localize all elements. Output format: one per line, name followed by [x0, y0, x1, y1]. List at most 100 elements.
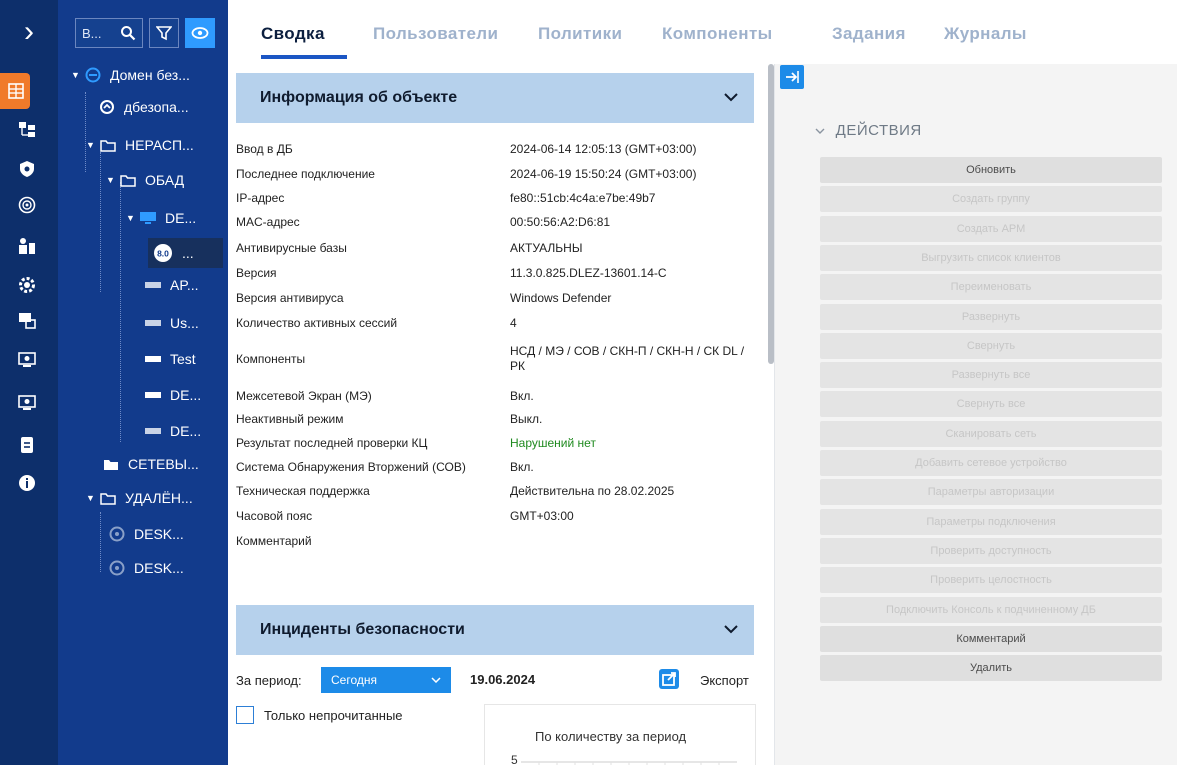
export-label[interactable]: Экспорт — [700, 673, 749, 688]
tree-item-ap[interactable]: AP... — [144, 270, 199, 300]
object-info-title: Информация об объекте — [260, 89, 458, 106]
unread-only-checkbox-row[interactable]: Только непрочитанные — [236, 706, 403, 724]
devices-icon[interactable] — [14, 307, 40, 333]
action-button[interactable]: Выгрузить список клиентов — [820, 244, 1162, 271]
folder-icon — [99, 490, 117, 506]
tree-item-agent-selected[interactable]: 8.0 ... — [148, 238, 223, 268]
info-value: Нарушений нет — [510, 436, 596, 450]
info-key: Неактивный режим — [236, 412, 344, 426]
info-key: Результат последней проверки КЦ — [236, 436, 428, 450]
tree-item-network[interactable]: СЕТЕВЫ... — [102, 449, 199, 479]
tree-item-test[interactable]: Test — [144, 344, 196, 374]
tree-item-de-2[interactable]: DE... — [144, 416, 201, 446]
info-value: GMT+03:00 — [510, 509, 574, 523]
shield-icon[interactable] — [14, 156, 40, 182]
chevron-down-icon[interactable] — [724, 89, 738, 107]
tree-item-de-1[interactable]: DE... — [144, 380, 201, 410]
action-button[interactable]: Свернуть — [820, 332, 1162, 359]
info-key: Антивирусные базы — [236, 241, 347, 255]
info-value: Windows Defender — [510, 291, 612, 305]
info-icon[interactable] — [14, 470, 40, 496]
unread-only-checkbox[interactable] — [236, 706, 254, 724]
dashboard-icon[interactable] — [0, 73, 30, 109]
arrow-right-icon — [786, 71, 799, 83]
show-toggle-button[interactable] — [185, 18, 215, 48]
computer-icon — [144, 277, 162, 293]
info-value: Вкл. — [510, 460, 534, 474]
action-button[interactable]: Подключить Консоль к подчиненному ДБ — [820, 596, 1162, 623]
settings-icon[interactable] — [14, 272, 40, 298]
tab-tasks[interactable]: Задания — [832, 24, 906, 44]
tree-search-input[interactable]: В... — [75, 18, 143, 48]
tree-search-text: В... — [82, 25, 102, 41]
tree-guide — [120, 182, 121, 442]
info-value: 00:50:56:A2:D6:81 — [510, 215, 611, 229]
object-info-header[interactable]: Информация об объекте — [236, 73, 754, 123]
action-button[interactable]: Развернуть — [820, 303, 1162, 330]
tree-item-label: Домен без... — [110, 67, 190, 83]
info-key: Система Обнаружения Вторжений (СОВ) — [236, 460, 466, 474]
tree-item-security-db[interactable]: дбезопа... — [98, 92, 189, 122]
caret-down-icon: ▼ — [86, 140, 95, 150]
action-button[interactable]: Комментарий — [820, 625, 1162, 652]
action-button[interactable]: Создать АРМ — [820, 215, 1162, 242]
tree-item-remote[interactable]: ▼ УДАЛЁН... — [86, 483, 193, 513]
tree-item-label: DE... — [165, 210, 197, 226]
tree-item-obad[interactable]: ▼ ОБАД — [106, 165, 184, 195]
action-button[interactable]: Параметры авторизации — [820, 479, 1162, 506]
action-button[interactable]: Параметры подключения — [820, 508, 1162, 535]
tab-components[interactable]: Компоненты — [662, 24, 773, 44]
action-button[interactable]: Переименовать — [820, 274, 1162, 301]
action-button[interactable]: Свернуть все — [820, 391, 1162, 418]
incidents-chart: По количеству за период 5 — [484, 704, 756, 765]
tree-item-label: СЕТЕВЫ... — [128, 456, 199, 472]
action-button[interactable]: Обновить — [820, 157, 1162, 183]
action-button[interactable]: Проверить целостность — [820, 567, 1162, 594]
action-button[interactable]: Проверить доступность — [820, 537, 1162, 564]
tree-item-label: DESK... — [134, 560, 184, 576]
incidents-header[interactable]: Инциденты безопасности — [236, 605, 754, 655]
filter-button[interactable] — [149, 18, 179, 48]
radar-icon[interactable] — [14, 192, 40, 218]
document-icon[interactable] — [14, 432, 40, 458]
tree-item-label: Us... — [170, 315, 199, 331]
info-key: Техническая поддержка — [236, 484, 370, 498]
tree-item-unassigned[interactable]: ▼ НЕРАСП... — [86, 130, 194, 160]
tab-summary[interactable]: Сводка — [261, 24, 325, 44]
action-button[interactable]: Развернуть все — [820, 362, 1162, 389]
monitor-user-icon[interactable] — [14, 390, 40, 416]
users-icon[interactable] — [14, 233, 40, 259]
actions-header[interactable]: ДЕЙСТВИЯ — [815, 122, 922, 139]
chart-grid — [521, 761, 737, 765]
tree-item-domain[interactable]: ▼ Домен без... — [71, 60, 190, 90]
tree-item-us[interactable]: Us... — [144, 308, 199, 338]
action-button[interactable]: Добавить сетевое устройство — [820, 450, 1162, 476]
remote-computer-icon — [108, 560, 126, 576]
search-icon — [121, 26, 136, 41]
filter-icon — [156, 26, 172, 41]
tree-item-de-expanded[interactable]: ▼ DE... — [126, 203, 196, 233]
info-key: Часовой пояс — [236, 509, 313, 523]
info-value: 2024-06-19 15:50:24 (GMT+03:00) — [510, 167, 697, 181]
export-icon[interactable] — [657, 667, 681, 691]
action-button[interactable]: Сканировать сеть — [820, 420, 1162, 447]
computer-icon — [144, 423, 162, 439]
action-button[interactable]: Создать группу — [820, 186, 1162, 213]
info-key: Ввод в ДБ — [236, 142, 293, 156]
tab-logs[interactable]: Журналы — [944, 24, 1027, 44]
tree-item-desk-1[interactable]: DESK... — [108, 519, 184, 549]
tab-policies[interactable]: Политики — [538, 24, 622, 44]
network-tree-icon[interactable] — [14, 117, 40, 143]
tree-item-desk-2[interactable]: DESK... — [108, 553, 184, 583]
tree-item-label: DE... — [170, 423, 202, 439]
tree-item-label: ... — [182, 245, 194, 261]
expand-panel-icon[interactable]: › — [14, 17, 44, 48]
tab-users[interactable]: Пользователи — [373, 24, 498, 44]
action-button[interactable]: Удалить — [820, 655, 1162, 682]
chevron-down-icon[interactable] — [724, 621, 738, 639]
info-key: Количество активных сессий — [236, 316, 398, 330]
monitor-shield-icon[interactable] — [14, 347, 40, 373]
period-select[interactable]: Сегодня — [321, 667, 451, 693]
remote-computer-icon — [108, 526, 126, 542]
collapse-actions-button[interactable] — [780, 65, 804, 89]
